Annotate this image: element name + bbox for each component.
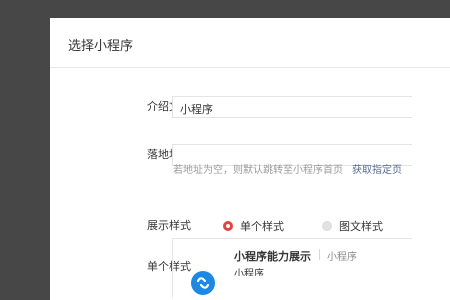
dialog-header: 选择小程序 (50, 18, 450, 68)
dialog-title: 选择小程序 (68, 39, 134, 54)
radio-single-style[interactable] (223, 221, 233, 231)
card-separator (319, 249, 320, 260)
radio-single-style-label[interactable]: 单个样式 (240, 218, 284, 234)
card-name: 小程序能力展示 (234, 250, 311, 263)
intro-input[interactable]: 小程序 (172, 96, 412, 118)
intro-input-value: 小程序 (180, 103, 213, 116)
card-subtitle: 小程序 (234, 269, 264, 276)
mini-program-icon (191, 271, 215, 295)
radio-image-text-style-label[interactable]: 图文样式 (339, 218, 383, 234)
get-page-link[interactable]: 获取指定页 (352, 161, 402, 176)
display-style-label: 展示样式 (147, 219, 191, 232)
card-type: 小程序 (327, 252, 357, 263)
path-hint: 若地址为空，则默认跳转至小程序首页 (173, 165, 343, 176)
radio-image-text-style[interactable] (322, 221, 332, 231)
